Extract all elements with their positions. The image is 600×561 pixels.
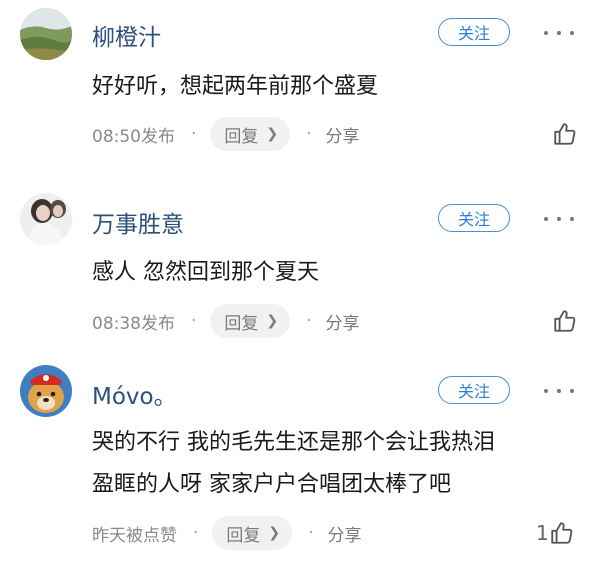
separator-dot: · (308, 523, 314, 543)
follow-button[interactable]: 关注 (438, 204, 510, 232)
separator-dot: · (193, 523, 199, 543)
comment-time: 昨天被点赞 (92, 525, 177, 546)
chevron-right-icon: ❯ (266, 126, 279, 142)
reply-button[interactable]: 回复 ❯ (210, 117, 291, 151)
comment-text: 好好听，想起两年前那个盛夏 (92, 74, 379, 99)
comment-meta: 昨天被点赞 · 回复 ❯ · 分享 (92, 516, 362, 550)
more-dots-icon[interactable] (544, 26, 574, 40)
separator-dot: · (306, 311, 312, 331)
reply-label: 回复 (224, 313, 259, 334)
comment-text-line: 盈眶的人呀 家家户户合唱团太棒了吧 (92, 472, 451, 497)
chevron-right-icon: ❯ (268, 525, 281, 541)
like-button[interactable]: 1 (536, 518, 575, 548)
chevron-right-icon: ❯ (266, 313, 279, 329)
like-count: 1 (536, 521, 549, 545)
comment-text: 感人 忽然回到那个夏天 (92, 260, 319, 285)
comment-time: 08:38发布 (92, 313, 175, 334)
reply-label: 回复 (224, 126, 259, 147)
username[interactable]: 万事胜意 (92, 205, 184, 239)
like-button[interactable] (552, 306, 578, 336)
thumbs-up-icon (554, 123, 576, 145)
share-button[interactable]: 分享 (326, 122, 360, 147)
thumbs-up-icon (551, 522, 573, 544)
reply-label: 回复 (226, 525, 261, 546)
comment-time: 08:50发布 (92, 126, 175, 147)
avatar-dog-image (20, 365, 72, 417)
reply-button[interactable]: 回复 ❯ (212, 516, 293, 550)
avatar[interactable] (20, 8, 72, 60)
avatar[interactable] (20, 193, 72, 245)
like-button[interactable] (552, 119, 578, 149)
avatar-photo-image (20, 193, 72, 245)
share-button[interactable]: 分享 (326, 309, 360, 334)
separator-dot: · (191, 124, 197, 144)
share-button[interactable]: 分享 (328, 521, 362, 546)
reply-button[interactable]: 回复 ❯ (210, 304, 291, 338)
username[interactable]: Móvo。 (92, 377, 177, 411)
more-dots-icon[interactable] (544, 384, 574, 398)
separator-dot: · (191, 311, 197, 331)
separator-dot: · (306, 124, 312, 144)
avatar[interactable] (20, 365, 72, 417)
comment-meta: 08:38发布 · 回复 ❯ · 分享 (92, 304, 360, 338)
avatar-landscape-image (20, 8, 72, 60)
follow-button[interactable]: 关注 (438, 18, 510, 46)
comment-meta: 08:50发布 · 回复 ❯ · 分享 (92, 117, 360, 151)
follow-button[interactable]: 关注 (438, 376, 510, 404)
username[interactable]: 柳橙汁 (92, 18, 161, 52)
comment-text-line: 哭的不行 我的毛先生还是那个会让我热泪 (92, 430, 495, 455)
thumbs-up-icon (554, 310, 576, 332)
more-dots-icon[interactable] (544, 212, 574, 226)
